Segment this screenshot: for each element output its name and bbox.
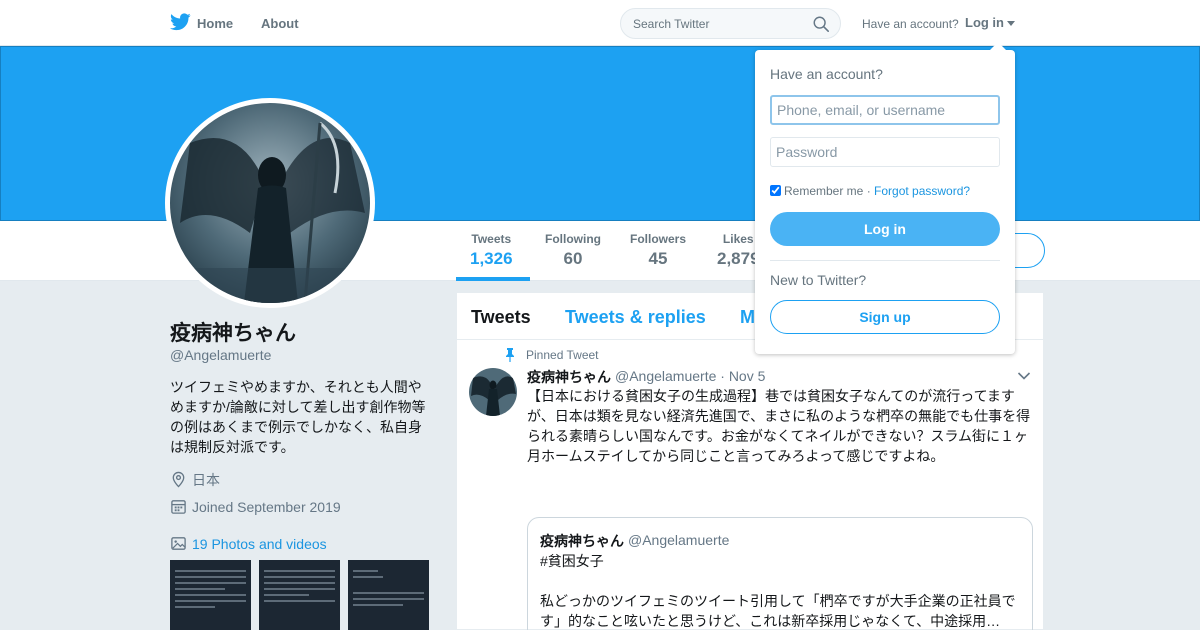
login-button[interactable]: Log in: [770, 212, 1000, 246]
remember-me-row: Remember me · Forgot password?: [770, 184, 970, 198]
tab-tweets[interactable]: Tweets: [471, 307, 531, 328]
location-icon: [172, 471, 185, 488]
active-stat-underline: [456, 277, 530, 281]
nav-home-link[interactable]: Home: [197, 16, 233, 31]
tab-media[interactable]: M: [740, 307, 755, 328]
stat-likes[interactable]: Likes 2,879: [717, 232, 760, 269]
remember-me-checkbox[interactable]: [770, 185, 781, 196]
stat-label: Tweets: [471, 232, 512, 246]
tweet-text: 【日本における貧困女子の生成過程】巷では貧困女子なんてのが流行ってますが、日本は…: [527, 388, 1031, 464]
nav-about-link[interactable]: About: [261, 16, 299, 31]
pinned-tweet-label: Pinned Tweet: [526, 348, 599, 362]
login-link-label: Log in: [965, 15, 1004, 30]
profile-joined: Joined September 2019: [170, 498, 341, 515]
stat-label: Likes: [722, 232, 754, 246]
tab-tweets-replies[interactable]: Tweets & replies: [565, 307, 706, 328]
media-thumbnail[interactable]: [348, 560, 429, 630]
have-account-text: Have an account?: [862, 17, 959, 31]
profile-bio: ツイフェミやめますか、それとも人間やめますか/論敵に対して差し出す創作物等の例は…: [170, 379, 426, 455]
search-placeholder: Search Twitter: [633, 17, 710, 31]
profile-avatar[interactable]: [165, 98, 375, 308]
profile-handle[interactable]: @Angelamuerte: [170, 347, 271, 363]
photos-videos-text: 19 Photos and videos: [192, 536, 327, 552]
profile-location: 日本: [170, 470, 220, 490]
profile-name: 疫病神ちゃん: [170, 322, 296, 345]
stat-label: Following: [545, 232, 601, 246]
caret-down-icon: [1007, 21, 1015, 27]
new-to-twitter-text: New to Twitter?: [770, 272, 867, 288]
tweet-author-name[interactable]: 疫病神ちゃん: [527, 367, 611, 387]
stat-followers[interactable]: Followers 45: [630, 232, 686, 269]
location-text: 日本: [192, 472, 220, 488]
signup-button[interactable]: Sign up: [770, 300, 1000, 334]
search-input[interactable]: Search Twitter: [620, 8, 841, 39]
photos-videos-link[interactable]: 19 Photos and videos: [170, 535, 327, 552]
remember-me-label[interactable]: Remember me: [784, 184, 863, 198]
username-field[interactable]: [770, 95, 1000, 125]
stat-value: 2,879: [717, 249, 760, 268]
joined-text: Joined September 2019: [192, 499, 341, 515]
top-navbar: Home About Search Twitter Have an accoun…: [0, 0, 1200, 46]
divider: [770, 260, 1000, 261]
media-thumbnail[interactable]: [170, 560, 251, 630]
login-dropdown: Have an account? Remember me · Forgot pa…: [755, 50, 1015, 354]
quote-handle: @Angelamuerte: [628, 532, 730, 548]
tweet-handle-date[interactable]: @Angelamuerte · Nov 5: [615, 368, 765, 384]
stat-value: 45: [648, 249, 668, 268]
twitter-bird-icon[interactable]: [170, 13, 191, 31]
stat-value: 1,326: [470, 249, 513, 268]
dropdown-arrow: [990, 42, 1006, 50]
chevron-down-icon[interactable]: [1017, 371, 1031, 381]
login-dropdown-toggle[interactable]: Log in: [965, 15, 1015, 30]
calendar-icon: [171, 500, 186, 514]
password-field[interactable]: [770, 137, 1000, 167]
stat-tweets[interactable]: Tweets 1,326: [470, 232, 513, 269]
quoted-tweet[interactable]: 疫病神ちゃん @Angelamuerte #貧困女子 私どっかのツイフェミのツイ…: [527, 517, 1033, 630]
avatar-image: [170, 103, 370, 303]
pin-icon: [506, 348, 514, 362]
stat-label: Followers: [630, 232, 687, 246]
stat-following[interactable]: Following 60: [545, 232, 601, 269]
tweet-avatar[interactable]: [469, 368, 517, 416]
stat-value: 60: [563, 249, 583, 268]
search-icon[interactable]: [812, 15, 830, 33]
quote-author-name: 疫病神ちゃん: [540, 533, 624, 549]
photo-icon: [171, 537, 186, 550]
separator-dot: ·: [863, 184, 875, 198]
quote-text: #貧困女子 私どっかのツイフェミのツイート引用して「椚卒ですが大手企業の正社員で…: [540, 553, 1016, 629]
forgot-password-link[interactable]: Forgot password?: [874, 184, 970, 198]
dropdown-title: Have an account?: [770, 66, 883, 82]
media-thumbnail[interactable]: [259, 560, 340, 630]
